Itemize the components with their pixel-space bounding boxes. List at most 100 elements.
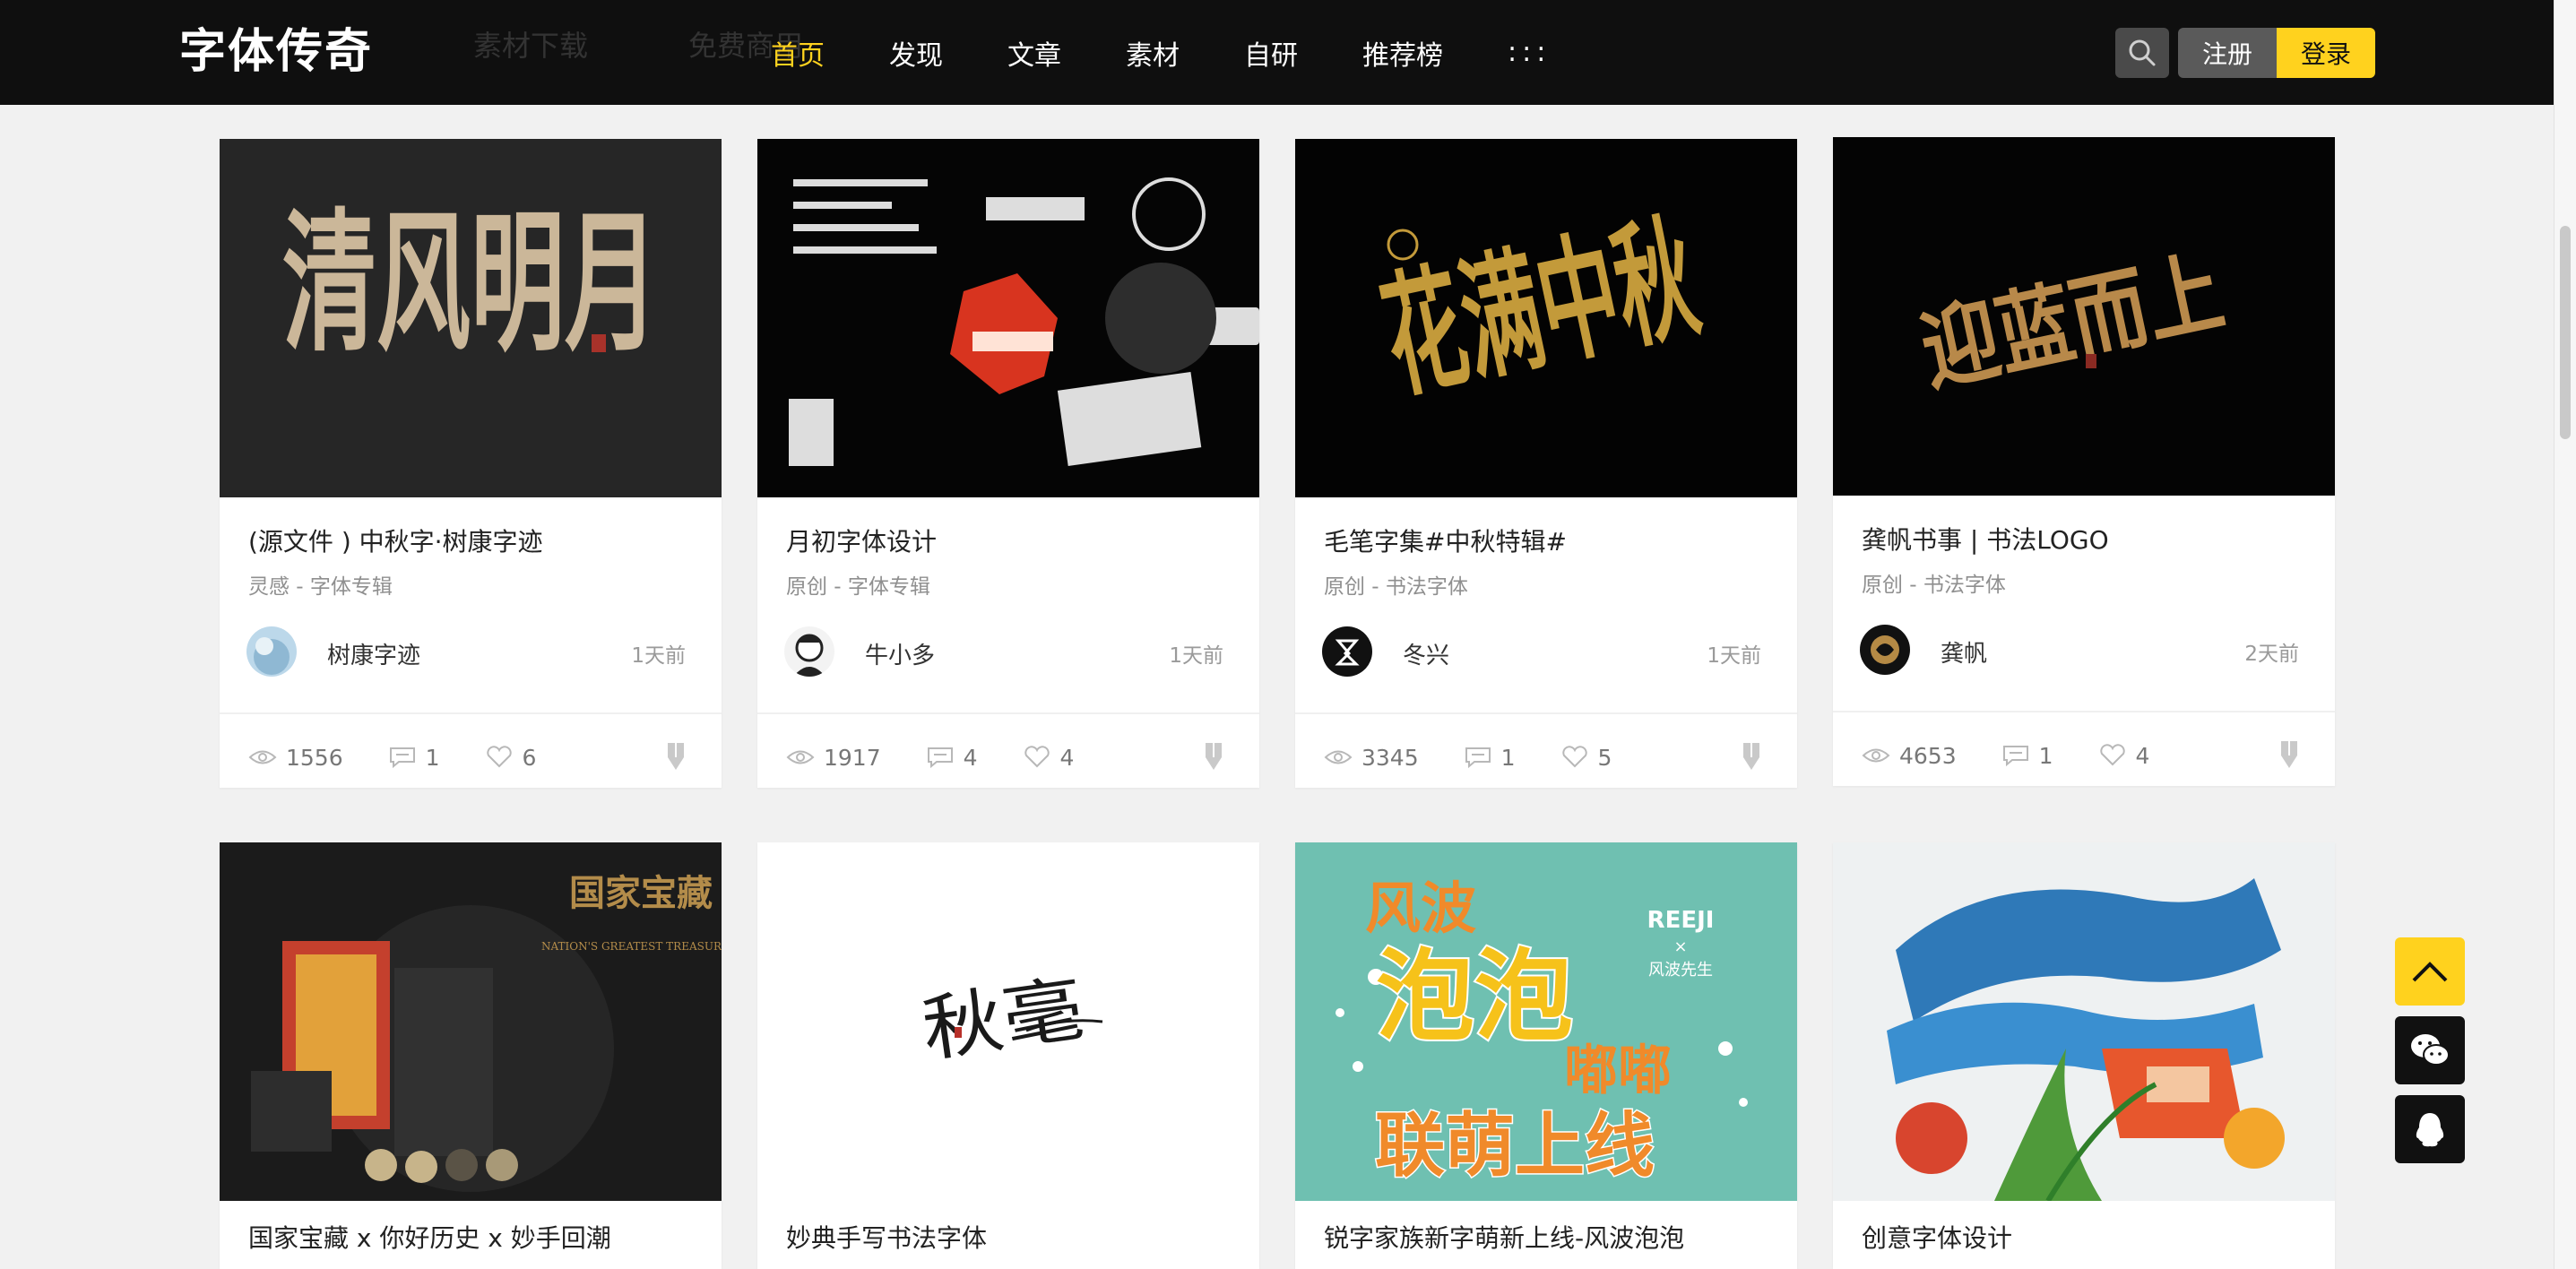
work-title[interactable]: 创意字体设计 (1862, 1219, 2012, 1255)
work-title[interactable]: 国家宝藏 x 你好历史 x 妙手回潮 (248, 1219, 611, 1255)
nav-materials[interactable]: 素材 (1126, 33, 1180, 73)
post-time: 1天前 (631, 644, 686, 668)
work-category: 原创 - 字体专辑 (786, 575, 930, 599)
nav-ranking[interactable]: 推荐榜 (1362, 33, 1443, 73)
nav-discover[interactable]: 发现 (889, 33, 943, 73)
nav-home[interactable]: 首页 (771, 33, 825, 73)
chevron-up-icon (2412, 962, 2448, 982)
eye-icon (786, 750, 815, 764)
work-title[interactable]: 锐字家族新字萌新上线-风波泡泡 (1324, 1219, 1684, 1255)
view-count: 1556 (286, 744, 343, 771)
avatar[interactable] (1860, 625, 1910, 675)
work-thumbnail[interactable]: 迎蓝而上 (1833, 137, 2335, 496)
work-thumbnail[interactable]: 花满中秋 (1295, 139, 1797, 497)
work-title[interactable]: 毛笔字集#中秋特辑# (1324, 522, 1567, 558)
view-count: 3345 (1361, 744, 1419, 771)
author-name[interactable]: 龚帆 (1941, 635, 1987, 669)
author-name[interactable]: 牛小多 (865, 637, 935, 670)
heart-icon[interactable] (1560, 746, 1589, 769)
wechat-icon (2411, 1034, 2450, 1066)
main-nav: 首页 发现 文章 素材 自研 推荐榜 ::: (771, 0, 1615, 105)
search-button[interactable] (2115, 28, 2169, 78)
work-title[interactable]: 妙典手写书法字体 (786, 1219, 987, 1255)
comment-count: 4 (963, 744, 978, 771)
scrollbar-thumb[interactable] (2560, 226, 2571, 439)
nav-more[interactable]: ::: (1508, 37, 1551, 68)
register-button[interactable]: 注册 (2178, 28, 2277, 78)
work-card[interactable]: 迎蓝而上 龚帆书事 | 书法LOGO 原创 - 书法字体 龚帆 2天前 4653… (1833, 137, 2335, 786)
work-title[interactable]: 月初字体设计 (786, 522, 937, 558)
like-count: 6 (522, 744, 537, 771)
author-name[interactable]: 树康字迹 (327, 637, 420, 670)
work-card[interactable]: 月初字体设计 原创 - 字体专辑 牛小多 1天前 1917 4 4 (757, 139, 1259, 788)
heart-icon[interactable] (2098, 744, 2127, 767)
work-thumbnail[interactable]: 秋毫 (757, 842, 1259, 1201)
medal-icon (2281, 741, 2297, 768)
comment-icon (389, 747, 415, 769)
ghost-link-materials: 素材下载 (473, 29, 589, 63)
work-card[interactable]: 秋毫 妙典手写书法字体 (757, 842, 1259, 1269)
artwork-brand: 国家宝藏 (569, 872, 713, 914)
work-card[interactable]: 创意字体设计 (1833, 842, 2335, 1269)
login-button[interactable]: 登录 (2277, 28, 2375, 78)
view-count: 1917 (824, 744, 881, 771)
work-card[interactable]: 花满中秋 毛笔字集#中秋特辑# 原创 - 书法字体 冬兴 1天前 3345 1 … (1295, 139, 1797, 788)
comment-icon (2002, 746, 2028, 767)
work-card[interactable]: 风波 泡泡 嘟嘟 联萌上线 REEJI × 风波先生 锐字家族新字萌新上线-风波… (1295, 842, 1797, 1269)
work-thumbnail[interactable] (757, 139, 1259, 497)
work-category: 原创 - 书法字体 (1324, 575, 1468, 599)
divider (1833, 711, 2335, 712)
qq-button[interactable] (2395, 1095, 2465, 1163)
artwork-brand: REEJI (1647, 907, 1715, 934)
work-thumbnail[interactable]: 风波 泡泡 嘟嘟 联萌上线 REEJI × 风波先生 (1295, 842, 1797, 1201)
site-logo[interactable]: 字体传奇 (179, 24, 373, 80)
divider (220, 712, 722, 714)
eye-icon (1324, 750, 1353, 764)
like-count: 5 (1597, 744, 1612, 771)
comment-icon (927, 747, 953, 769)
like-count: 4 (1059, 744, 1075, 771)
heart-icon[interactable] (1023, 746, 1051, 769)
stats-bar: 1917 4 4 (786, 741, 1119, 773)
work-category: 灵感 - 字体专辑 (248, 575, 393, 599)
back-to-top-button[interactable] (2395, 937, 2465, 1006)
work-title[interactable]: 龚帆书事 | 书法LOGO (1862, 521, 2109, 557)
comment-count: 1 (425, 744, 440, 771)
artwork-text: 联萌上线 (1375, 1106, 1655, 1187)
comment-count: 1 (2038, 742, 2053, 769)
nav-original[interactable]: 自研 (1244, 33, 1298, 73)
search-icon (2129, 39, 2156, 66)
scrollbar-track[interactable] (2554, 0, 2576, 1269)
like-count: 4 (2135, 742, 2150, 769)
work-thumbnail[interactable]: 清风明月 (220, 139, 722, 497)
heart-icon[interactable] (485, 746, 514, 769)
eye-icon (248, 750, 277, 764)
top-navigation-bar: 字体传奇 素材下载 免费商用 首页 发现 文章 素材 自研 推荐榜 ::: 注册… (0, 0, 2554, 105)
medal-icon (668, 743, 684, 770)
post-time: 1天前 (1707, 644, 1761, 668)
post-time: 1天前 (1169, 644, 1223, 668)
avatar[interactable] (784, 626, 834, 677)
artwork-x: × (1673, 937, 1687, 956)
comment-icon (1465, 747, 1491, 769)
work-card[interactable]: 国家宝藏 NATION'S GREATEST TREASURES 国家宝藏 x … (220, 842, 722, 1269)
divider (1295, 712, 1797, 714)
divider (757, 712, 1259, 714)
qq-icon (2416, 1113, 2444, 1147)
artwork-subtitle: 风波先生 (1648, 961, 1713, 980)
medal-icon (1206, 743, 1222, 770)
wechat-button[interactable] (2395, 1016, 2465, 1084)
stats-bar: 1556 1 6 (248, 741, 581, 773)
nav-articles[interactable]: 文章 (1007, 33, 1061, 73)
stats-bar: 3345 1 5 (1324, 741, 1656, 773)
stats-bar: 4653 1 4 (1862, 739, 2194, 772)
work-thumbnail[interactable]: 国家宝藏 NATION'S GREATEST TREASURES (220, 842, 722, 1201)
work-card[interactable]: 清风明月 (源文件 ) 中秋字·树康字迹 灵感 - 字体专辑 树康字迹 1天前 … (220, 139, 722, 788)
work-thumbnail[interactable] (1833, 842, 2335, 1201)
author-name[interactable]: 冬兴 (1403, 637, 1449, 670)
avatar[interactable] (246, 626, 297, 677)
avatar[interactable] (1322, 626, 1372, 677)
work-title[interactable]: (源文件 ) 中秋字·树康字迹 (248, 522, 543, 558)
work-category: 原创 - 书法字体 (1862, 574, 2006, 597)
eye-icon (1862, 748, 1890, 763)
